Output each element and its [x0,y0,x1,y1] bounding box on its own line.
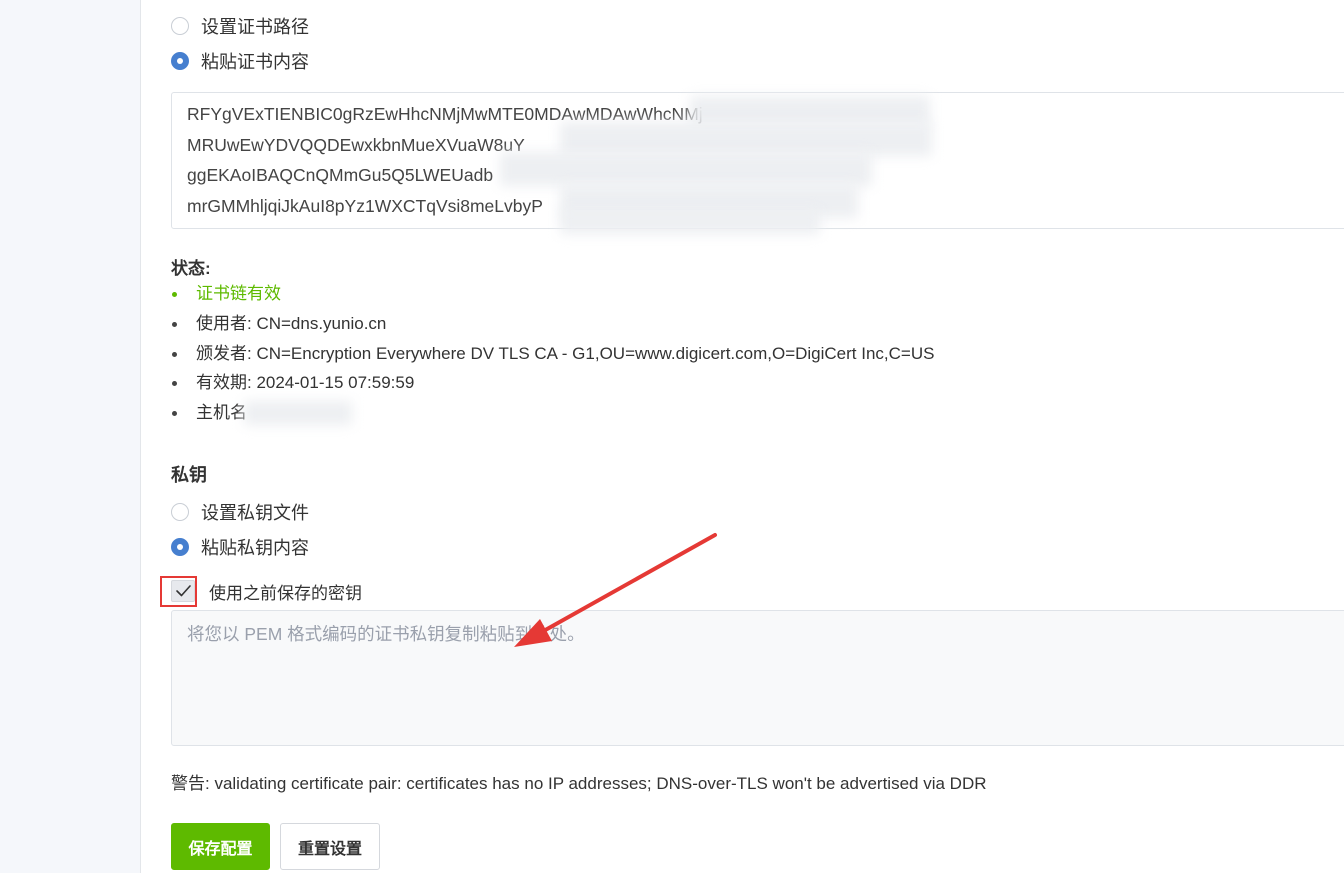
radio-key-file-label: 设置私钥文件 [201,503,309,523]
radio-key-file[interactable]: 设置私钥文件 [171,500,309,524]
radio-checked-icon[interactable] [171,538,189,556]
use-saved-key-checkbox[interactable]: 使用之前保存的密钥 [171,579,362,603]
reset-settings-button[interactable]: 重置设置 [280,823,380,870]
private-key-textarea[interactable]: 将您以 PEM 格式编码的证书私钥复制粘贴到此处。 [171,610,1344,746]
status-label: 状态: [171,259,211,278]
annotation-highlight-box [160,576,197,607]
radio-circle-icon[interactable] [171,503,189,521]
radio-key-paste[interactable]: 粘贴私钥内容 [171,535,309,559]
radio-checked-icon[interactable] [171,52,189,70]
use-saved-key-label: 使用之前保存的密钥 [209,583,362,603]
privacy-mosaic [500,152,872,186]
status-issuer: 颁发者: CN=Encryption Everywhere DV TLS CA … [171,339,934,369]
status-subject: 使用者: CN=dns.yunio.cn [171,309,934,339]
status-validity: 有效期: 2024-01-15 07:59:59 [171,368,934,398]
privacy-mosaic [560,210,820,234]
radio-key-paste-label: 粘贴私钥内容 [201,538,309,558]
radio-cert-paste-label: 粘贴证书内容 [201,52,309,72]
radio-circle-icon[interactable] [171,17,189,35]
privacy-mosaic [560,122,932,156]
radio-cert-paste[interactable]: 粘贴证书内容 [171,49,309,73]
private-key-placeholder: 将您以 PEM 格式编码的证书私钥复制粘贴到此处。 [187,624,585,644]
radio-cert-path-label: 设置证书路径 [201,17,309,37]
radio-cert-path[interactable]: 设置证书路径 [171,14,309,38]
private-key-title: 私钥 [171,465,207,485]
left-sidebar-edge [0,0,141,873]
warning-message: 警告: validating certificate pair: certifi… [171,774,987,793]
save-config-button[interactable]: 保存配置 [171,823,270,870]
status-chain-valid: 证书链有效 [171,279,934,309]
privacy-mosaic [244,401,352,425]
